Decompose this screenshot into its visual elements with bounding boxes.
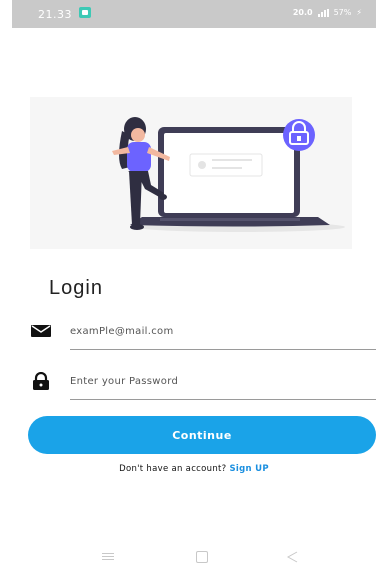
network-speed: 20.0 xyxy=(292,8,313,17)
status-time: 21.33 xyxy=(38,8,72,21)
login-illustration xyxy=(30,97,352,249)
notification-icon xyxy=(79,7,91,18)
email-input[interactable] xyxy=(70,320,374,342)
signup-prompt-text: Don't have an account? xyxy=(119,464,227,474)
signal-icon xyxy=(317,8,329,17)
continue-button[interactable]: Continue xyxy=(28,416,376,454)
password-underline xyxy=(70,399,376,400)
battery-level: 57% xyxy=(333,8,352,17)
battery-icon: ⚡ xyxy=(356,8,362,17)
sign-up-link[interactable]: Sign UP xyxy=(229,464,268,474)
envelope-icon xyxy=(31,325,51,337)
status-bar: 21.33 20.0 57% ⚡ xyxy=(12,0,376,28)
home-icon[interactable] xyxy=(196,551,208,563)
menu-icon[interactable] xyxy=(102,551,114,562)
password-input[interactable] xyxy=(70,370,374,392)
person-with-laptop-illustration xyxy=(112,117,345,232)
email-field-row xyxy=(30,318,376,350)
signup-prompt-row: Don't have an account? Sign UP xyxy=(12,464,376,474)
password-field-row xyxy=(30,368,376,400)
page-title: Login xyxy=(49,277,103,299)
back-icon[interactable] xyxy=(286,551,298,563)
status-indicators: 20.0 57% ⚡ xyxy=(293,8,362,17)
login-screen: 21.33 20.0 57% ⚡ Login examPle@mail.com … xyxy=(12,0,376,565)
lock-icon xyxy=(33,372,49,390)
email-underline xyxy=(70,349,376,350)
system-nav-bar xyxy=(12,549,376,565)
